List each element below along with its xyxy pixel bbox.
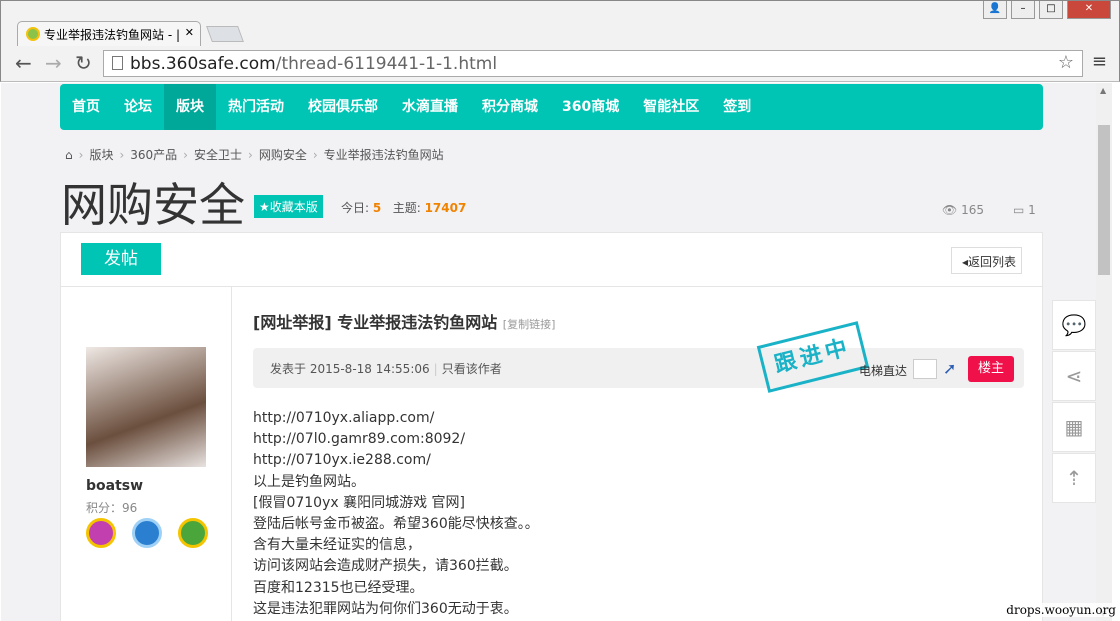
- nav-item[interactable]: 校园俱乐部: [296, 84, 390, 130]
- back-to-top-rocket-icon[interactable]: ⇡: [1052, 453, 1096, 503]
- eye-icon: 👁: [942, 203, 957, 217]
- topics-label: 主题:: [393, 201, 421, 215]
- avatar[interactable]: [86, 347, 206, 467]
- url-host: bbs.360safe.com: [130, 54, 276, 74]
- favorite-forum-button[interactable]: ★收藏本版: [254, 195, 323, 218]
- user-score: 积分：96: [86, 499, 137, 516]
- reload-icon[interactable]: ↻: [75, 51, 92, 75]
- post-title: [网址举报] 专业举报违法钓鱼网站 [复制链接]: [253, 309, 555, 333]
- divider: [231, 286, 232, 621]
- address-bar[interactable]: bbs.360safe.com/thread-6119441-1-1.html ☆: [103, 50, 1083, 77]
- back-icon[interactable]: ←: [15, 51, 32, 75]
- thread-panel: 发帖 ◂返回列表 boatsw 积分：96 [网址举报] 专业举报违法钓鱼网站 …: [60, 232, 1043, 621]
- medal-icon: [86, 518, 116, 548]
- content-line: 登陆后帐号金币被盗。希望360能尽快核查。。: [253, 514, 539, 535]
- nav-item[interactable]: 积分商城: [470, 84, 550, 130]
- minimize-button[interactable]: –: [1011, 1, 1035, 19]
- comment-icon[interactable]: 💬: [1052, 300, 1096, 350]
- nav-item[interactable]: 版块: [164, 84, 216, 130]
- content-line: 百度和12315也已经受理。: [253, 578, 539, 599]
- home-icon[interactable]: ⌂: [65, 148, 73, 162]
- medal-icon: [178, 518, 208, 548]
- nav-item[interactable]: 水滴直播: [390, 84, 470, 130]
- favicon-icon: [26, 27, 40, 41]
- views: 👁 165: [942, 203, 984, 217]
- content-line: 访问该网站会造成财产损失，请360拦截。: [253, 556, 539, 577]
- crumb-link[interactable]: 安全卫士: [194, 148, 242, 162]
- browser-chrome: 专业举报违法钓鱼网站 - |✕ 👤–□✕ ← → ↻ bbs.360safe.c…: [0, 0, 1120, 82]
- scrollbar-thumb[interactable]: [1098, 125, 1110, 275]
- crumb-link[interactable]: 版块: [89, 148, 113, 162]
- content-line: [假冒0710yx 襄阳同城游戏 官网]: [253, 493, 539, 514]
- today-label: 今日:: [341, 201, 369, 215]
- page-icon: [112, 56, 123, 70]
- jump-label: 电梯直达: [859, 362, 907, 379]
- close-tab-icon[interactable]: ✕: [185, 26, 194, 39]
- content-line: http://0710yx.aliapp.com/: [253, 408, 539, 429]
- back-to-list-button[interactable]: ◂返回列表: [951, 247, 1022, 274]
- crumb-link[interactable]: 360产品: [130, 148, 177, 162]
- topics-count: 17407: [425, 201, 467, 215]
- nav-item[interactable]: 首页: [60, 84, 112, 130]
- new-post-button[interactable]: 发帖: [81, 243, 161, 275]
- tab-title: 专业举报违法钓鱼网站 - |: [44, 28, 180, 42]
- user-icon[interactable]: 👤: [983, 1, 1007, 19]
- replies-count: 1: [1028, 203, 1036, 217]
- content-line: 含有大量未经证实的信息，: [253, 535, 539, 556]
- replies: ▭ 1: [1013, 203, 1036, 217]
- medal-icon: [132, 518, 162, 548]
- floor-input[interactable]: [913, 359, 937, 379]
- back-label: 返回列表: [968, 255, 1016, 269]
- bookmark-star-icon[interactable]: ☆: [1058, 52, 1074, 73]
- scrollbar[interactable]: ▲▼: [1096, 83, 1112, 621]
- close-window-button[interactable]: ✕: [1067, 1, 1111, 19]
- views-count: 165: [961, 203, 984, 217]
- nav-item[interactable]: 热门活动: [216, 84, 296, 130]
- go-icon[interactable]: ➚: [943, 359, 956, 378]
- forward-icon[interactable]: →: [45, 51, 62, 75]
- content-line: http://0710yx.ie288.com/: [253, 450, 539, 471]
- nav-item[interactable]: 智能社区: [631, 84, 711, 130]
- copy-link[interactable]: [复制链接]: [503, 318, 556, 331]
- comment-icon: ▭: [1013, 203, 1024, 217]
- content-line: http://07l0.gamr89.com:8092/: [253, 429, 539, 450]
- nav-item[interactable]: 签到: [711, 84, 763, 130]
- post-time: 发表于 2015-8-18 14:55:06: [270, 362, 430, 376]
- author-only-link[interactable]: 只看该作者: [442, 362, 502, 376]
- page: 首页 论坛 版块 热门活动 校园俱乐部 水滴直播 积分商城 360商城 智能社区…: [1, 83, 1096, 621]
- nav-item[interactable]: 360商城: [550, 84, 631, 130]
- share-icon[interactable]: ⋖: [1052, 351, 1096, 401]
- qrcode-icon[interactable]: ▦: [1052, 402, 1096, 452]
- maximize-button[interactable]: □: [1039, 1, 1063, 19]
- watermark: drops.wooyun.org: [1006, 603, 1116, 617]
- browser-tab[interactable]: 专业举报违法钓鱼网站 - | ✕: [17, 21, 201, 46]
- crumb-link[interactable]: 专业举报违法钓鱼网站: [324, 148, 444, 162]
- post-meta: 发表于 2015-8-18 14:55:06|只看该作者: [253, 348, 1024, 388]
- username[interactable]: boatsw: [86, 478, 143, 494]
- post-title-text: [网址举报] 专业举报违法钓鱼网站: [253, 313, 497, 332]
- crumb-link[interactable]: 网购安全: [259, 148, 307, 162]
- main-nav: 首页 论坛 版块 热门活动 校园俱乐部 水滴直播 积分商城 360商城 智能社区…: [60, 84, 1043, 130]
- post-content: http://0710yx.aliapp.com/ http://07l0.ga…: [253, 408, 539, 620]
- content-line: 这是违法犯罪网站为何你们360无动于衷。: [253, 599, 539, 620]
- nav-item[interactable]: 论坛: [112, 84, 164, 130]
- content-line: 以上是钓鱼网站。: [253, 472, 539, 493]
- divider: [61, 286, 1042, 287]
- url-path: /thread-6119441-1-1.html: [276, 54, 497, 74]
- floating-toolbar: 💬 ⋖ ▦ ⇡: [1052, 300, 1096, 504]
- forum-title: 网购安全: [61, 169, 245, 235]
- today-count: 5: [373, 201, 381, 215]
- menu-icon[interactable]: ≡: [1092, 51, 1107, 72]
- breadcrumb: ⌂›版块›360产品›安全卫士›网购安全›专业举报违法钓鱼网站: [65, 146, 444, 163]
- new-tab-button[interactable]: [206, 26, 244, 42]
- forum-stats: 今日: 5 主题: 17407: [341, 199, 466, 216]
- op-badge: 楼主: [968, 356, 1014, 382]
